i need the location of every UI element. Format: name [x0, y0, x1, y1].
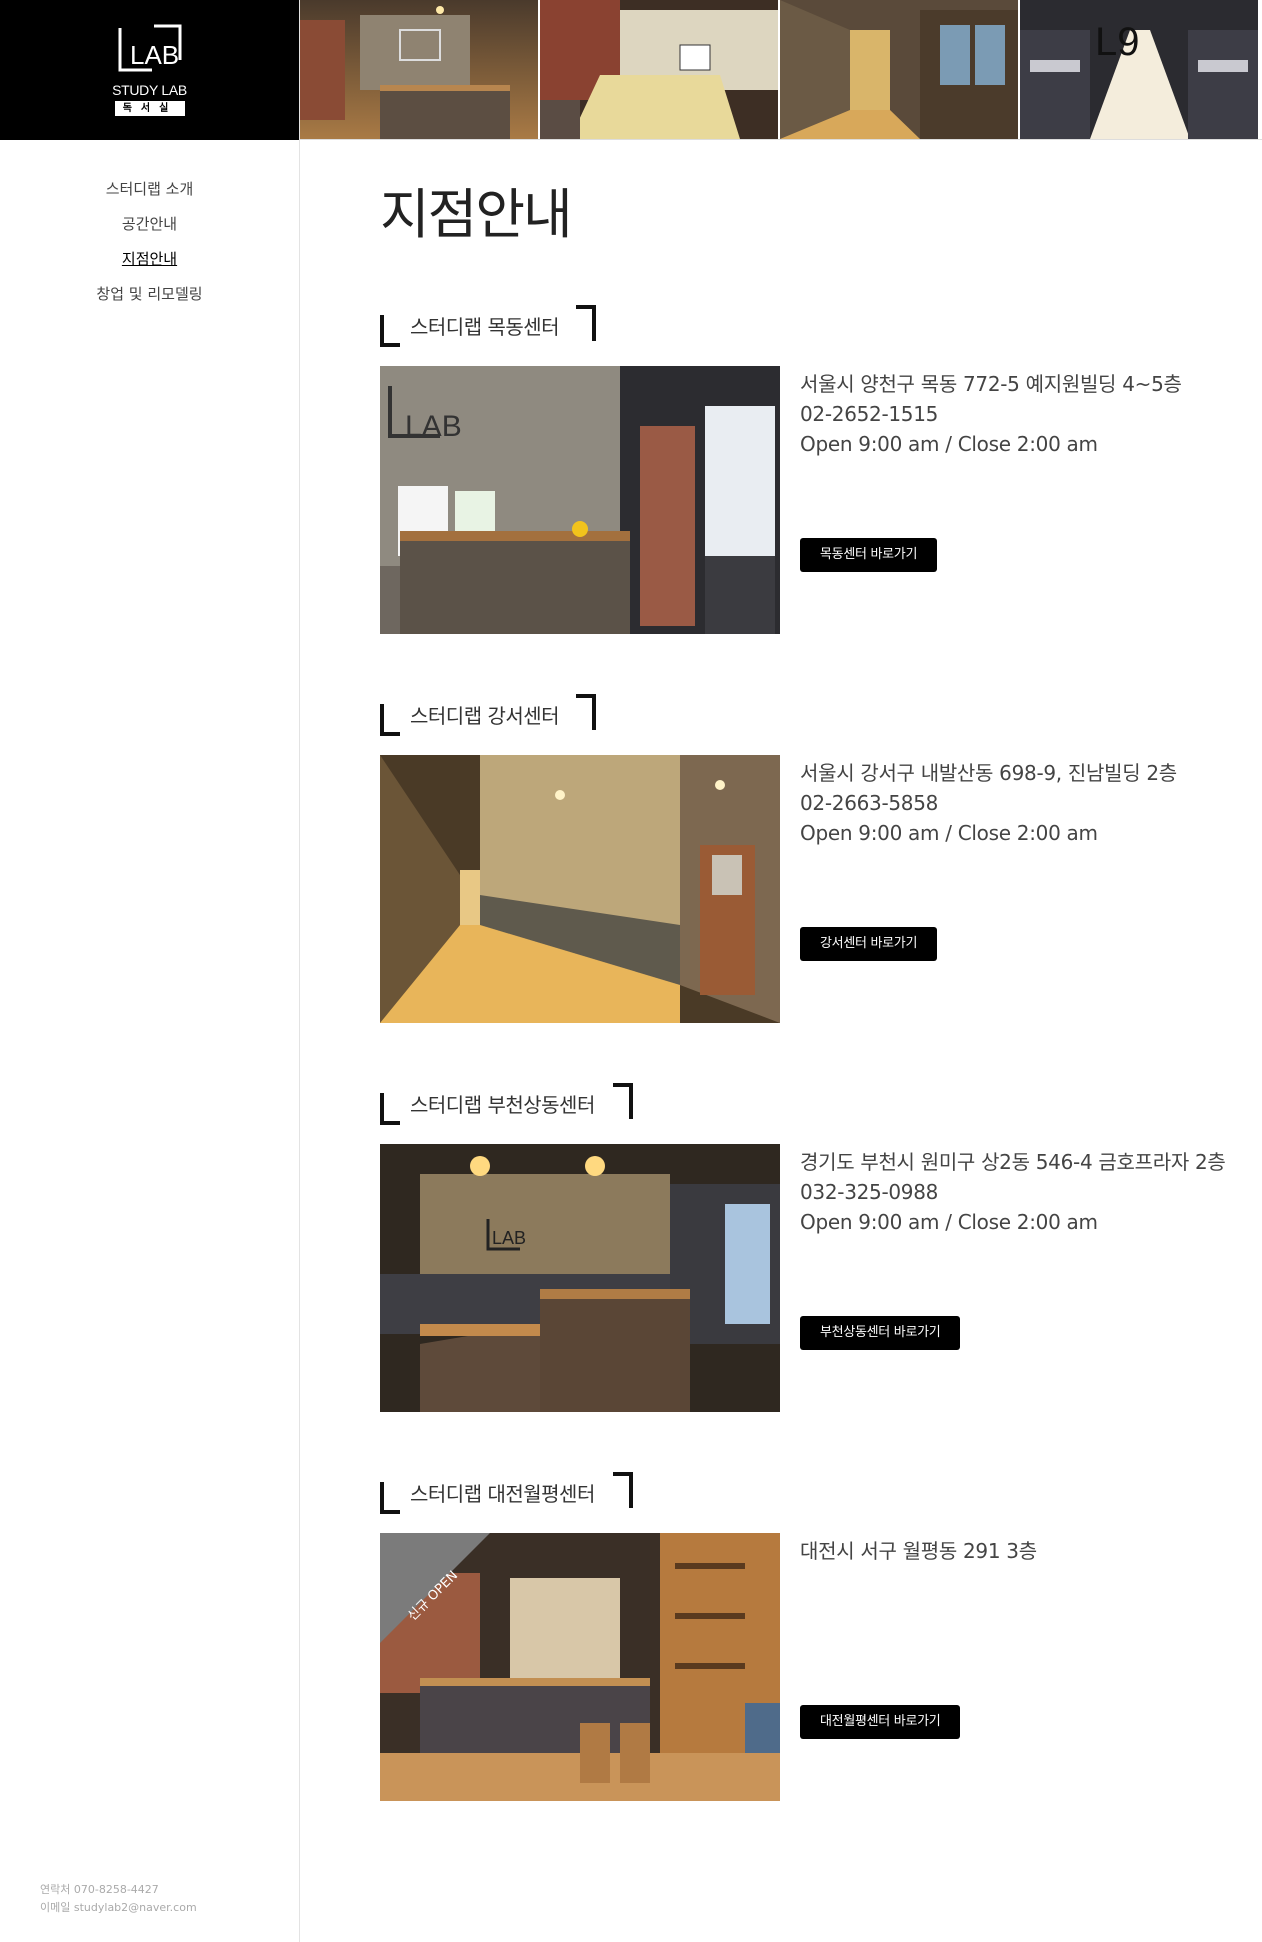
svg-text:L9: L9 — [1095, 20, 1140, 64]
branch-photo-lobby: 신규 OPEN — [380, 1533, 780, 1801]
banner-photo-reception — [300, 0, 538, 139]
top-photo-banner: L9 — [300, 0, 1262, 140]
branch-name: 스터디랩 부천상동센터 — [410, 1093, 595, 1117]
bracket-right-icon — [576, 694, 596, 730]
branch-photo-hallway — [380, 755, 780, 1023]
branch-info: 대전시 서구 월평동 291 3층 — [800, 1536, 1037, 1566]
bracket-right-icon — [613, 1472, 633, 1508]
branch-card-gangseo: 스터디랩 강서센터 서울시 강서구 내발산동 698-9, 진남빌딩 2층 02… — [380, 694, 1250, 1024]
sidebar-nav: 스터디랩 소개 공간안내 지점안내 창업 및 리모델링 — [0, 178, 299, 318]
go-gangseo-button[interactable]: 강서센터 바로가기 — [800, 927, 938, 961]
branch-hours: Open 9:00 am / Close 2:00 am — [800, 821, 1098, 845]
branch-info: 경기도 부천시 원미구 상2동 546-4 금호프라자 2층 032-325-0… — [800, 1147, 1226, 1237]
bracket-left-icon — [380, 1093, 400, 1125]
logo-korean: 독서실 — [115, 101, 185, 116]
banner-photo-meeting-room — [540, 0, 778, 139]
svg-text:LAB: LAB — [130, 40, 179, 70]
go-mokdong-button[interactable]: 목동센터 바로가기 — [800, 538, 938, 572]
banner-photo-study-room: L9 — [1020, 0, 1258, 139]
go-daejeon-wolpyeong-button[interactable]: 대전월평센터 바로가기 — [800, 1705, 961, 1739]
nav-item-about[interactable]: 스터디랩 소개 — [0, 178, 299, 213]
svg-text:LAB: LAB — [405, 410, 462, 443]
bracket-left-icon — [380, 315, 400, 347]
branch-name: 스터디랩 목동센터 — [410, 315, 560, 339]
bracket-left-icon — [380, 704, 400, 736]
branch-phone: 02-2663-5858 — [800, 791, 939, 815]
bracket-right-icon — [576, 305, 596, 341]
branch-address: 서울시 양천구 목동 772-5 예지원빌딩 4~5층 — [800, 372, 1182, 396]
nav-item-franchise[interactable]: 창업 및 리모델링 — [0, 283, 299, 318]
branch-card-bucheon-sangdong: 스터디랩 부천상동센터 LAB 경기도 부천시 원미구 상2동 546-4 금호… — [380, 1083, 1250, 1413]
branch-card-mokdong: 스터디랩 목동센터 LAB 서울시 양천구 목동 772-5 예지원빌딩 4~5… — [380, 305, 1250, 635]
lab-logo-mark: LAB — [118, 24, 182, 72]
branch-info: 서울시 양천구 목동 772-5 예지원빌딩 4~5층 02-2652-1515… — [800, 369, 1182, 459]
contact-email-row: 이메일 studylab2@naver.com — [40, 1899, 197, 1917]
contact-phone-row: 연락처 070-8258-4427 — [40, 1881, 197, 1899]
branch-name: 스터디랩 대전월평센터 — [410, 1482, 595, 1506]
branch-address: 서울시 강서구 내발산동 698-9, 진남빌딩 2층 — [800, 761, 1177, 785]
branch-hours: Open 9:00 am / Close 2:00 am — [800, 432, 1098, 456]
email-value: studylab2@naver.com — [73, 1901, 197, 1914]
svg-text:LAB: LAB — [492, 1228, 526, 1248]
branch-hours: Open 9:00 am / Close 2:00 am — [800, 1210, 1098, 1234]
branch-address: 대전시 서구 월평동 291 3층 — [800, 1539, 1037, 1563]
banner-photo-hallway — [780, 0, 1018, 139]
logo-subtitle: STUDY LAB — [112, 82, 187, 98]
bracket-left-icon — [380, 1482, 400, 1514]
go-bucheon-sangdong-button[interactable]: 부천상동센터 바로가기 — [800, 1316, 961, 1350]
sidebar: LAB STUDY LAB 독서실 스터디랩 소개 공간안내 지점안내 창업 및… — [0, 0, 300, 1942]
branch-name: 스터디랩 강서센터 — [410, 704, 560, 728]
branch-phone: 032-325-0988 — [800, 1180, 939, 1204]
phone-value: 070-8258-4427 — [73, 1883, 159, 1896]
page-title: 지점안내 — [380, 183, 573, 246]
nav-item-branches[interactable]: 지점안내 — [0, 248, 299, 283]
branch-info: 서울시 강서구 내발산동 698-9, 진남빌딩 2층 02-2663-5858… — [800, 758, 1177, 848]
branch-card-daejeon-wolpyeong: 스터디랩 대전월평센터 신규 OPEN 대전시 서구 월평동 291 3층 대전… — [380, 1472, 1250, 1802]
branch-phone: 02-2652-1515 — [800, 402, 939, 426]
nav-item-space[interactable]: 공간안내 — [0, 213, 299, 248]
branch-photo-reception-desk: LAB — [380, 1144, 780, 1412]
phone-label: 연락처 — [40, 1883, 71, 1896]
branch-address: 경기도 부천시 원미구 상2동 546-4 금호프라자 2층 — [800, 1150, 1226, 1174]
branch-photo-reception: LAB — [380, 366, 780, 634]
contact-info: 연락처 070-8258-4427 이메일 studylab2@naver.co… — [40, 1881, 197, 1917]
logo[interactable]: LAB STUDY LAB 독서실 — [0, 0, 299, 140]
email-label: 이메일 — [40, 1901, 71, 1914]
bracket-right-icon — [613, 1083, 633, 1119]
